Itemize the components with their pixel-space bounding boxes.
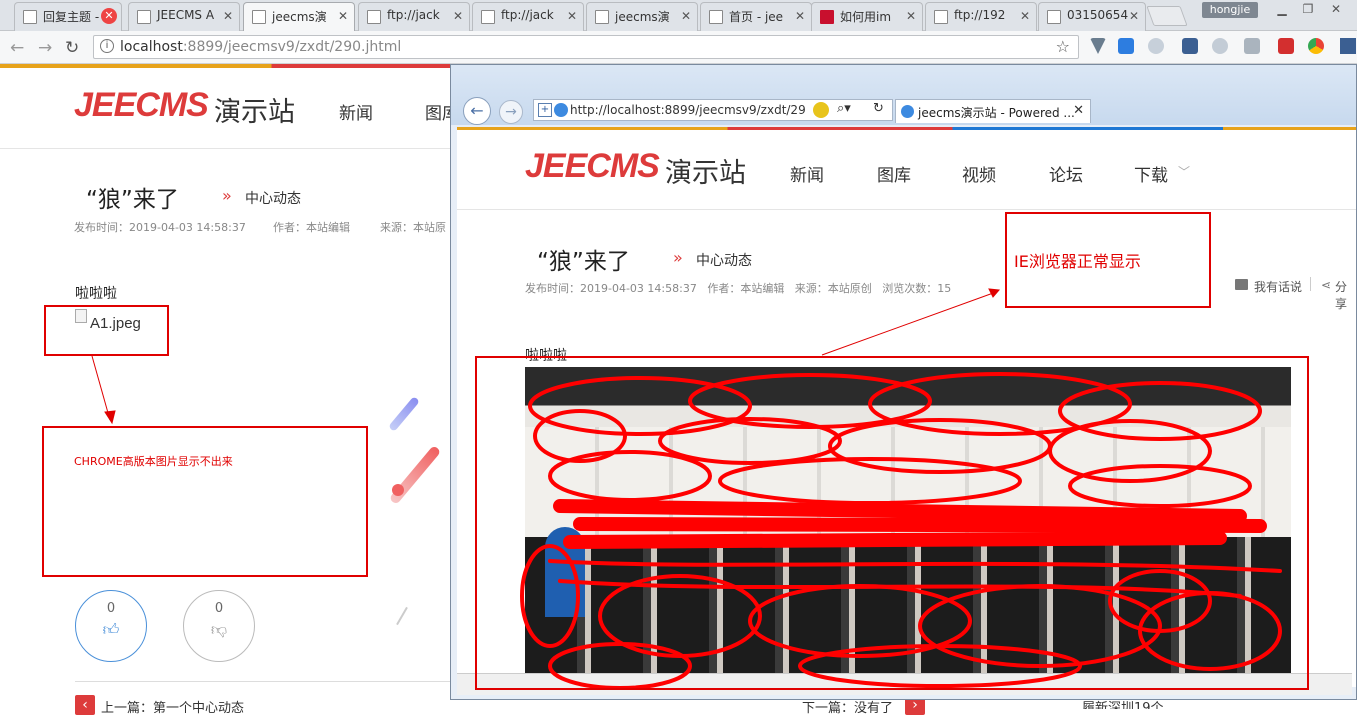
annotation-arrows — [91, 288, 1001, 425]
